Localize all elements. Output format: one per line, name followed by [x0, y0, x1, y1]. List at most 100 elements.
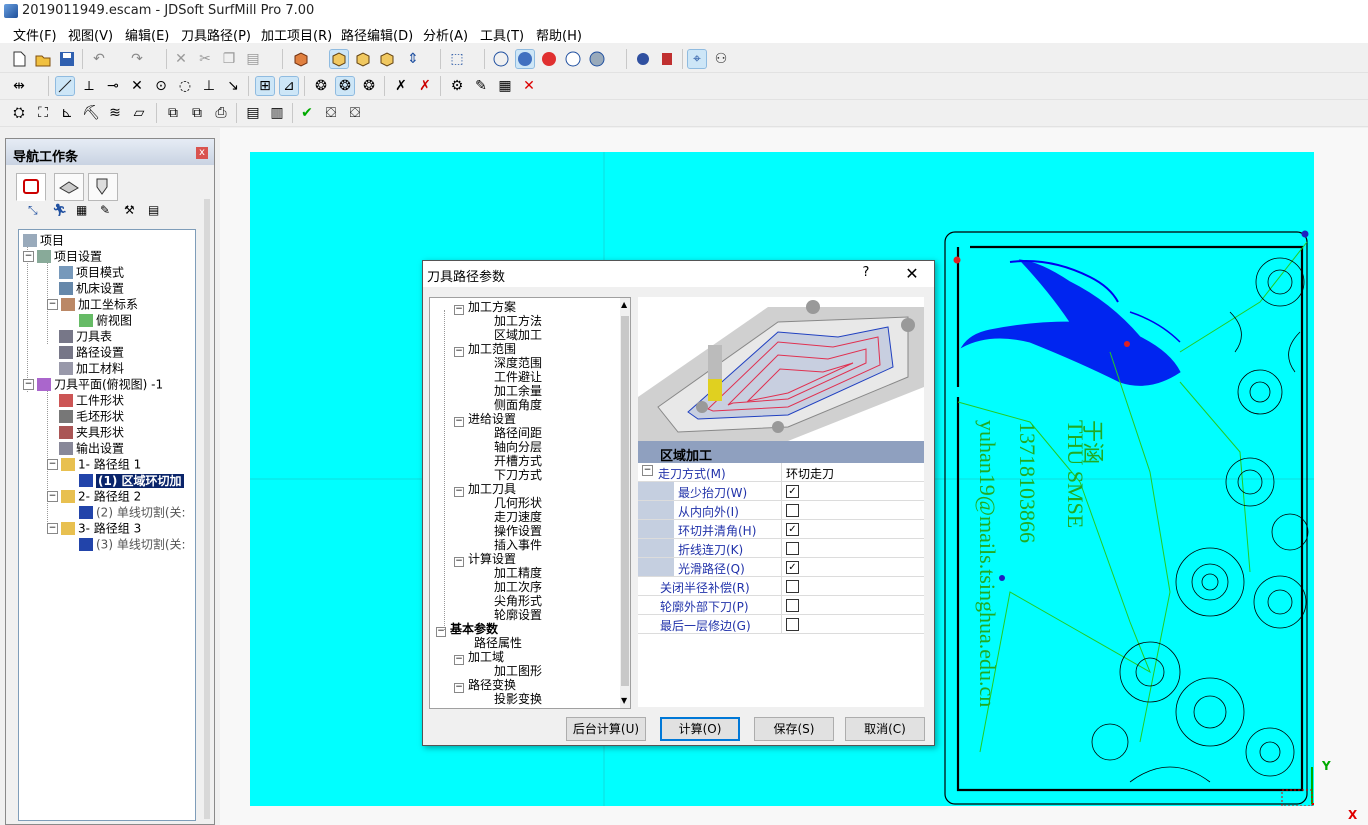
menu-path-edit[interactable]: 路径编辑(D) [341, 25, 413, 44]
perpendicular-icon[interactable]: ⟂ [80, 77, 98, 95]
save-button[interactable] [58, 50, 76, 68]
scroll-thumb[interactable] [621, 316, 629, 686]
tree-node-workpiece[interactable]: 工件形状 [59, 392, 124, 408]
cancel-button[interactable]: 取消(C) [845, 717, 925, 741]
clean-corner-checkbox[interactable]: ✓ [786, 523, 799, 536]
render-icon[interactable] [540, 50, 558, 68]
smooth-path-checkbox[interactable]: ✓ [786, 561, 799, 574]
path-group-icon[interactable]: ⧉ [164, 104, 182, 122]
midpoint-icon[interactable]: ⊸ [104, 77, 122, 95]
param-node-transform[interactable]: − 路径变换 [454, 678, 516, 693]
menu-edit[interactable]: 编辑(E) [125, 25, 169, 44]
param-node-path-attr[interactable]: 路径属性 [474, 636, 522, 650]
new-file-button[interactable] [10, 50, 28, 68]
param-node-precision[interactable]: 加工精度 [494, 566, 542, 580]
prop-row-path-mode[interactable]: − 走刀方式(M) 环切走刀 [638, 463, 924, 482]
pick-icon[interactable]: ✗ [392, 77, 410, 95]
view-side-icon[interactable] [378, 50, 396, 68]
material-icon[interactable]: ▱ [130, 104, 148, 122]
tab-project[interactable] [16, 173, 46, 201]
param-node-corner[interactable]: 尖角形式 [494, 594, 542, 608]
param-node-feed[interactable]: − 进给设置 [454, 412, 516, 427]
param-node-plunge[interactable]: 下刀方式 [494, 468, 542, 482]
transparent-icon[interactable] [564, 50, 582, 68]
prop-row-inside-out[interactable]: 从内向外(I) [638, 501, 924, 520]
collapse-icon[interactable]: − [642, 465, 653, 476]
param-node-slot[interactable]: 开槽方式 [494, 454, 542, 468]
mask-icon-3[interactable]: ❂ [360, 77, 378, 95]
menu-toolpath[interactable]: 刀具路径(P) [181, 25, 251, 44]
fixture-icon[interactable]: ⛶ [34, 104, 52, 122]
view-front-icon[interactable] [354, 50, 372, 68]
tree-node-path-2[interactable]: (2) 单线切割(关: [79, 504, 186, 520]
param-node-compute[interactable]: − 计算设置 [454, 552, 516, 567]
mask-icon-1[interactable]: ❂ [312, 77, 330, 95]
prop-row-smooth-path[interactable]: 光滑路径(Q) ✓ [638, 558, 924, 577]
param-node-contour[interactable]: 轮廓设置 [494, 608, 542, 622]
path-order-icon[interactable]: ⧉ [188, 104, 206, 122]
tree-node-blank[interactable]: 毛坯形状 [59, 408, 124, 424]
tool-display-icon[interactable] [658, 50, 676, 68]
param-node-event[interactable]: 插入事件 [494, 538, 542, 552]
nav-close-button[interactable]: x [196, 147, 208, 159]
close-red-icon[interactable]: ✕ [520, 77, 538, 95]
param-node-operation[interactable]: 操作设置 [494, 524, 542, 538]
layer-icon[interactable]: ⚇ [712, 50, 730, 68]
param-node-plan[interactable]: − 加工方案 [454, 300, 516, 315]
prop-row-radius-comp[interactable]: 关闭半径补偿(R) [638, 577, 924, 596]
nearest-icon[interactable]: ↘ [224, 77, 242, 95]
nc-icon[interactable]: ▥ [268, 104, 286, 122]
tree-node-work-coordinate[interactable]: − 加工坐标系 [47, 296, 138, 312]
menu-help[interactable]: 帮助(H) [536, 25, 582, 44]
prop-row-clean-corner[interactable]: 环切并清角(H) ✓ [638, 520, 924, 539]
snap-icon[interactable]: ⌖ [687, 49, 707, 69]
save-button[interactable]: 保存(S) [754, 717, 834, 741]
tree-node-top-view[interactable]: 俯视图 [79, 312, 132, 328]
tab-toolpath[interactable] [88, 173, 118, 201]
simulate-icon[interactable] [634, 50, 652, 68]
center-icon[interactable]: ⊙ [152, 77, 170, 95]
view-iso-icon[interactable] [329, 49, 349, 69]
compute-button[interactable]: 计算(O) [660, 717, 740, 741]
inside-out-checkbox[interactable] [786, 504, 799, 517]
display-mode-icon[interactable] [588, 50, 606, 68]
menu-machining-item[interactable]: 加工项目(R) [261, 25, 332, 44]
param-node-stepover[interactable]: 路径间距 [494, 426, 542, 440]
select-filter-icon[interactable]: ⬚ [448, 50, 466, 68]
param-node-tool[interactable]: − 加工刀具 [454, 482, 516, 497]
param-node-side-angle[interactable]: 侧面角度 [494, 398, 542, 412]
param-node-depth[interactable]: 深度范围 [494, 356, 542, 370]
param-node-shape[interactable]: 加工图形 [494, 664, 542, 678]
simulate-path-icon[interactable]: ⛋ [346, 104, 364, 122]
tree-node-path-group-2[interactable]: −2- 路径组 2 [47, 488, 141, 504]
tree-node-project-settings[interactable]: − 项目设置 [23, 248, 102, 264]
arrow-tool-icon[interactable]: ⤡ [28, 203, 38, 218]
param-node-order[interactable]: 加工次序 [494, 580, 542, 594]
param-node-basic[interactable]: − 基本参数 [436, 622, 498, 637]
param-node-range[interactable]: − 加工范围 [454, 342, 516, 357]
view-orient-icon[interactable]: ⇕ [404, 50, 422, 68]
tree-node-path-3[interactable]: (3) 单线切割(关: [79, 536, 186, 552]
ortho-icon[interactable]: ⊿ [279, 76, 299, 96]
edit-icon[interactable]: ✎ [100, 203, 110, 217]
verify-icon[interactable]: ✔ [298, 104, 316, 122]
tree-node-path-settings[interactable]: 路径设置 [59, 344, 124, 360]
param-tree-scrollbar[interactable]: ▲ ▼ [620, 298, 630, 708]
tree-node-output[interactable]: 输出设置 [59, 440, 124, 456]
tree-node-tool-plane[interactable]: − 刀具平面(俯视图) -1 [23, 376, 163, 392]
prop-row-polyline-link[interactable]: 折线连刀(K) [638, 539, 924, 558]
param-node-domain[interactable]: − 加工域 [454, 650, 504, 665]
edit-icon[interactable]: ✎ [472, 77, 490, 95]
prop-row-outside-plunge[interactable]: 轮廓外部下刀(P) [638, 596, 924, 615]
person-icon[interactable]: 🏃︎ [52, 203, 67, 217]
param-node-method[interactable]: 加工方法 [494, 314, 542, 328]
outside-plunge-checkbox[interactable] [786, 599, 799, 612]
menu-view[interactable]: 视图(V) [68, 25, 113, 44]
menu-file[interactable]: 文件(F) [13, 25, 57, 44]
param-node-speed[interactable]: 走刀速度 [494, 510, 542, 524]
nav-splitter[interactable] [204, 199, 210, 819]
report-icon[interactable]: ▤ [244, 104, 262, 122]
scroll-down-icon[interactable]: ▼ [621, 696, 627, 705]
collision-icon[interactable]: ⛋ [322, 104, 340, 122]
min-lift-checkbox[interactable]: ✓ [786, 485, 799, 498]
